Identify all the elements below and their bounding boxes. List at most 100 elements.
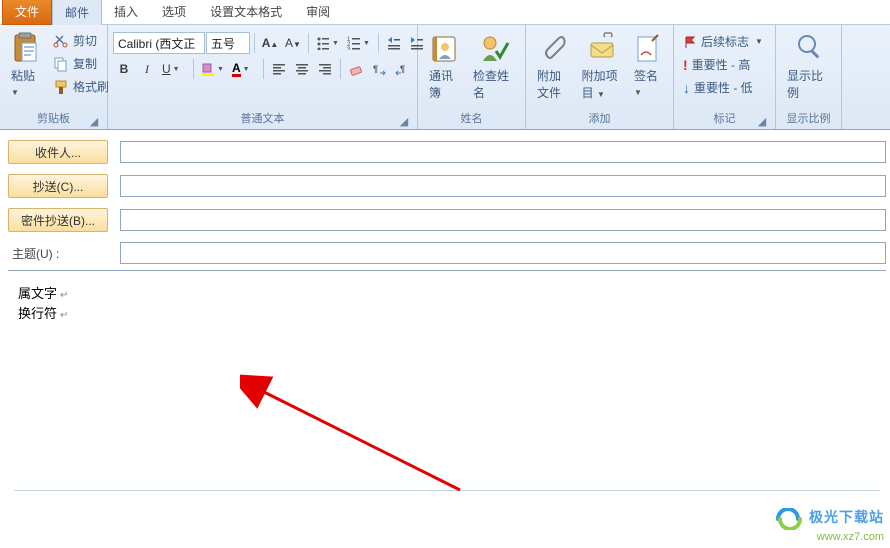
- dialog-launcher-tags[interactable]: ◢: [756, 115, 768, 127]
- eraser-icon: [349, 62, 363, 76]
- bcc-button[interactable]: 密件抄送(B)...: [8, 208, 108, 232]
- watermark-logo-icon: [776, 508, 802, 530]
- font-color-button[interactable]: A▼: [229, 58, 259, 80]
- highlight-button[interactable]: ▼: [198, 58, 228, 80]
- ltr-button[interactable]: ¶: [368, 58, 390, 80]
- cc-button[interactable]: 抄送(C)...: [8, 174, 108, 198]
- dialog-launcher-clipboard[interactable]: ◢: [88, 115, 100, 127]
- body-line-1: 属文字: [18, 286, 57, 301]
- bcc-input[interactable]: [120, 209, 886, 231]
- group-add-label: 添加: [589, 110, 611, 126]
- bold-button[interactable]: B: [113, 58, 135, 80]
- tab-bar: 文件 邮件 插入 选项 设置文本格式 审阅: [0, 0, 890, 24]
- group-zoom-label: 显示比例: [787, 110, 831, 126]
- cut-button[interactable]: 剪切: [49, 30, 113, 51]
- group-add: 附加文件 附加项目 ▼ 签名 ▼ 添加: [526, 25, 674, 129]
- bullets-icon: [316, 36, 330, 50]
- followup-button[interactable]: 后续标志▼: [679, 31, 767, 52]
- flag-icon: [683, 35, 697, 49]
- grow-font-button[interactable]: A▲: [259, 32, 281, 54]
- format-painter-label: 格式刷: [73, 78, 109, 95]
- cut-label: 剪切: [73, 32, 97, 49]
- subject-label: 主题(U) :: [8, 245, 108, 262]
- tab-mail[interactable]: 邮件: [52, 0, 102, 25]
- signature-button[interactable]: 签名 ▼: [628, 28, 668, 98]
- group-font-label: 普通文本: [241, 110, 285, 126]
- paste-button[interactable]: 粘贴 ▼: [5, 28, 47, 98]
- followup-label: 后续标志: [701, 33, 749, 50]
- copy-label: 复制: [73, 55, 97, 72]
- font-size-select[interactable]: [206, 32, 250, 54]
- arrow-down-icon: ↓: [683, 80, 690, 96]
- addressbook-icon: [429, 31, 461, 65]
- italic-button[interactable]: I: [136, 58, 158, 80]
- check-names-label: 检查姓名: [473, 67, 514, 101]
- rtl-button[interactable]: ¶: [391, 58, 413, 80]
- watermark: 极光下载站 www.xz7.com: [776, 508, 884, 544]
- tab-file[interactable]: 文件: [2, 0, 52, 25]
- copy-button[interactable]: 复制: [49, 53, 113, 74]
- message-body[interactable]: 属文字↵ 换行符↵: [8, 270, 886, 490]
- to-input[interactable]: [120, 141, 886, 163]
- decrease-indent-button[interactable]: [383, 32, 405, 54]
- body-line-2: 换行符: [18, 306, 57, 321]
- zoom-label: 显示比例: [787, 67, 830, 101]
- numbering-icon: 123: [347, 36, 361, 50]
- zoom-button[interactable]: 显示比例: [781, 28, 836, 101]
- numbering-button[interactable]: 123▼: [344, 32, 374, 54]
- format-painter-button[interactable]: 格式刷: [49, 76, 113, 97]
- highlight-icon: [201, 62, 215, 76]
- exclamation-icon: !: [683, 57, 688, 73]
- align-right-button[interactable]: [314, 58, 336, 80]
- underline-button[interactable]: U▼: [159, 58, 189, 80]
- group-tags-label: 标记: [714, 110, 736, 126]
- tab-options[interactable]: 选项: [150, 0, 198, 24]
- clear-format-button[interactable]: [345, 58, 367, 80]
- ribbon: 粘贴 ▼ 剪切 复制 格式刷 剪贴板 ◢: [0, 24, 890, 130]
- subject-input[interactable]: [120, 242, 886, 264]
- group-tags: 后续标志▼ ! 重要性 - 高 ↓ 重要性 - 低 标记 ◢: [674, 25, 776, 129]
- bullets-button[interactable]: ▼: [313, 32, 343, 54]
- group-clipboard: 粘贴 ▼ 剪切 复制 格式刷 剪贴板 ◢: [0, 25, 108, 129]
- rtl-icon: ¶: [395, 62, 409, 76]
- attach-item-button[interactable]: 附加项目 ▼: [576, 28, 628, 101]
- group-names-label: 姓名: [461, 110, 483, 126]
- check-names-button[interactable]: 检查姓名: [467, 28, 520, 101]
- align-left-button[interactable]: [268, 58, 290, 80]
- paste-icon: [11, 31, 41, 65]
- align-center-button[interactable]: [291, 58, 313, 80]
- check-names-icon: [478, 31, 510, 65]
- paragraph-mark-icon: ↵: [57, 310, 68, 321]
- dialog-launcher-font[interactable]: ◢: [398, 115, 410, 127]
- ltr-icon: ¶: [372, 62, 386, 76]
- watermark-url: www.xz7.com: [776, 530, 884, 544]
- group-clipboard-label: 剪贴板: [37, 110, 70, 126]
- signature-icon: [634, 31, 662, 65]
- align-left-icon: [272, 62, 286, 76]
- tab-format[interactable]: 设置文本格式: [198, 0, 294, 24]
- importance-high-button[interactable]: ! 重要性 - 高: [679, 54, 767, 75]
- importance-low-label: 重要性 - 低: [694, 79, 753, 96]
- chevron-down-icon: ▼: [634, 88, 642, 97]
- font-name-select[interactable]: [113, 32, 205, 54]
- group-font: A▲ A▼ ▼ 123▼ B I U▼ ▼ A▼: [108, 25, 418, 129]
- scissors-icon: [53, 33, 69, 49]
- svg-text:3: 3: [347, 47, 351, 50]
- attach-file-label: 附加文件: [537, 67, 570, 101]
- attach-file-button[interactable]: 附加文件: [531, 28, 576, 101]
- group-zoom: 显示比例 显示比例: [776, 25, 842, 129]
- attach-item-icon: [587, 31, 617, 65]
- paperclip-icon: [538, 31, 568, 65]
- copy-icon: [53, 56, 69, 72]
- cc-input[interactable]: [120, 175, 886, 197]
- tab-insert[interactable]: 插入: [102, 0, 150, 24]
- chevron-down-icon: ▼: [11, 88, 19, 97]
- shrink-font-button[interactable]: A▼: [282, 32, 304, 54]
- to-button[interactable]: 收件人...: [8, 140, 108, 164]
- importance-high-label: 重要性 - 高: [692, 56, 751, 73]
- outdent-icon: [387, 36, 401, 50]
- compose-header: 收件人... 抄送(C)... 密件抄送(B)... 主题(U) : 属文字↵ …: [0, 130, 890, 493]
- addressbook-button[interactable]: 通讯簿: [423, 28, 467, 101]
- importance-low-button[interactable]: ↓ 重要性 - 低: [679, 77, 767, 98]
- tab-review[interactable]: 审阅: [294, 0, 342, 24]
